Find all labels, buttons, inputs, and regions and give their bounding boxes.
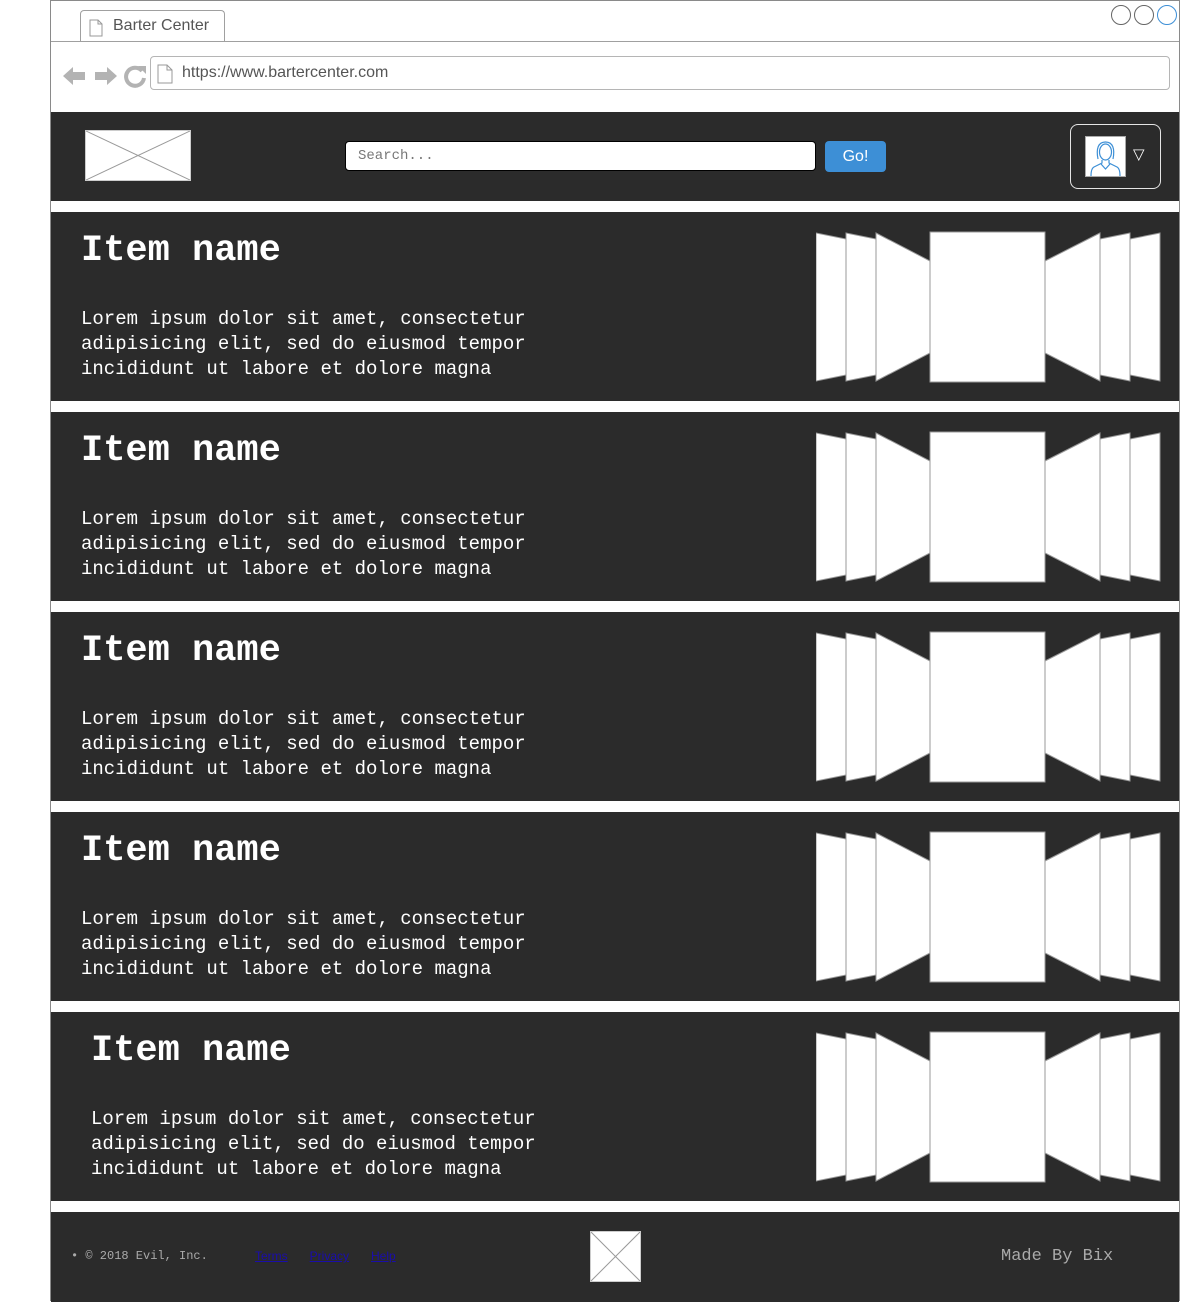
browser-window: Barter Center https://www.bartercenter.c…	[50, 0, 1180, 1302]
item-card[interactable]: Item name Lorem ipsum dolor sit amet, co…	[51, 612, 1179, 801]
image-placeholder-icon	[590, 1231, 641, 1282]
item-name: Item name	[81, 230, 281, 272]
footer-link-privacy[interactable]: Privacy	[310, 1249, 349, 1263]
browser-tab[interactable]: Barter Center	[80, 10, 225, 41]
nav-buttons	[61, 62, 149, 90]
address-bar[interactable]: https://www.bartercenter.com	[150, 56, 1170, 90]
chevron-down-icon[interactable]: ▽	[1133, 145, 1145, 163]
item-card[interactable]: Item name Lorem ipsum dolor sit amet, co…	[51, 812, 1179, 1001]
site-header: Go! ▽	[51, 112, 1179, 201]
item-card[interactable]: Item name Lorem ipsum dolor sit amet, co…	[51, 412, 1179, 601]
item-card[interactable]: Item name Lorem ipsum dolor sit amet, co…	[51, 1012, 1179, 1201]
forward-arrow-icon[interactable]	[91, 62, 119, 90]
footer-links: Terms Privacy Help	[255, 1249, 396, 1263]
window-controls	[1111, 5, 1177, 25]
user-avatar-icon	[1090, 141, 1121, 177]
footer-image-placeholder	[590, 1231, 641, 1282]
made-by-text: Made By Bix	[1001, 1247, 1114, 1266]
url-text: https://www.bartercenter.com	[182, 64, 389, 81]
site-footer: • © 2018 Evil, Inc. Terms Privacy Help M…	[51, 1212, 1179, 1302]
image-carousel[interactable]	[816, 231, 1162, 383]
footer-link-terms[interactable]: Terms	[255, 1249, 288, 1263]
go-button[interactable]: Go!	[825, 141, 886, 172]
item-name: Item name	[91, 1030, 291, 1072]
item-card[interactable]: Item name Lorem ipsum dolor sit amet, co…	[51, 212, 1179, 401]
avatar[interactable]	[1085, 136, 1126, 177]
reload-icon[interactable]	[121, 62, 149, 90]
navigation-bar: https://www.bartercenter.com	[51, 42, 1179, 111]
copyright-text: • © 2018 Evil, Inc.	[71, 1249, 208, 1263]
page-icon	[89, 19, 103, 37]
tab-title: Barter Center	[113, 17, 210, 34]
footer-link-help[interactable]: Help	[371, 1249, 396, 1263]
logo-image-placeholder[interactable]	[85, 130, 191, 181]
close-button[interactable]	[1157, 5, 1177, 25]
page-icon	[157, 64, 173, 84]
item-name: Item name	[81, 830, 281, 872]
image-carousel[interactable]	[816, 431, 1162, 583]
image-carousel[interactable]	[816, 631, 1162, 783]
item-name: Item name	[81, 630, 281, 672]
item-description: Lorem ipsum dolor sit amet, consectetur …	[81, 908, 526, 980]
maximize-button[interactable]	[1134, 5, 1154, 25]
image-carousel[interactable]	[816, 1031, 1162, 1183]
user-menu[interactable]: ▽	[1070, 124, 1161, 189]
image-carousel[interactable]	[816, 831, 1162, 983]
item-description: Lorem ipsum dolor sit amet, consectetur …	[81, 708, 526, 780]
item-name: Item name	[81, 430, 281, 472]
minimize-button[interactable]	[1111, 5, 1131, 25]
item-description: Lorem ipsum dolor sit amet, consectetur …	[81, 308, 526, 380]
tab-bar: Barter Center	[51, 1, 1179, 42]
back-arrow-icon[interactable]	[61, 62, 89, 90]
item-description: Lorem ipsum dolor sit amet, consectetur …	[91, 1108, 536, 1180]
search-input[interactable]	[345, 141, 816, 171]
image-placeholder-icon	[85, 130, 191, 181]
item-description: Lorem ipsum dolor sit amet, consectetur …	[81, 508, 526, 580]
